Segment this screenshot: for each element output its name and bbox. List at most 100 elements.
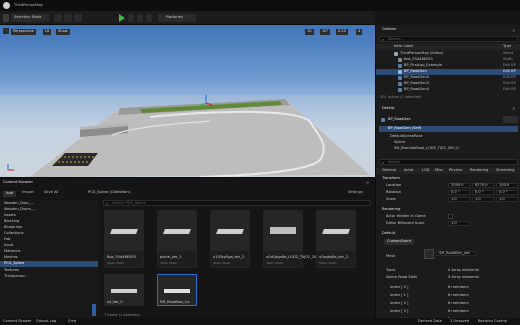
- folder-item-selected[interactable]: PCG_Spline: [0, 261, 98, 267]
- folder-item[interactable]: Meshes: [4, 255, 18, 260]
- details-tab[interactable]: Details: [382, 106, 394, 111]
- content-drawer-button[interactable]: Content Drawer: [3, 319, 32, 324]
- scale-x-field[interactable]: 1.0: [448, 197, 470, 202]
- perspective-button[interactable]: Perspective: [11, 29, 36, 35]
- component-item[interactable]: DefaultSceneRoot: [390, 134, 422, 139]
- selection-mode-button[interactable]: Selection Mode: [11, 14, 49, 22]
- index-label[interactable]: Index [ 3 ]: [390, 309, 408, 314]
- asset-tile[interactable]: u0sqdy8e_ker_2 Static Mesh: [316, 210, 356, 268]
- filter-physics[interactable]: Physics: [449, 168, 462, 173]
- index-label[interactable]: Index [ 0 ]: [390, 285, 408, 290]
- rotation-y-field[interactable]: 0.0 °: [472, 190, 494, 195]
- filter-general[interactable]: General: [382, 168, 396, 173]
- details-search-bar[interactable]: ⌕ Search: [379, 159, 518, 165]
- cmd-input[interactable]: Cmd: [68, 319, 76, 324]
- grid-snap-value[interactable]: 10: [305, 29, 314, 35]
- cinematics-icon[interactable]: [74, 14, 82, 22]
- close-icon[interactable]: ✕: [512, 106, 515, 111]
- folder-item[interactable]: Assets: [4, 213, 16, 218]
- lit-button[interactable]: Lit: [43, 29, 52, 35]
- billboard-scale-field[interactable]: 1.0: [448, 221, 470, 226]
- asset-tile[interactable]: u10Top5ga_ker_2 Static Mesh: [210, 210, 250, 268]
- blueprint-icon[interactable]: [64, 14, 72, 22]
- hidden-in-game-checkbox[interactable]: [448, 214, 453, 219]
- settings-button[interactable]: Settings: [348, 190, 363, 195]
- close-icon[interactable]: ✕: [366, 180, 369, 185]
- scale-y-field[interactable]: 1.0: [472, 197, 494, 202]
- search-input[interactable]: Search: [388, 160, 400, 165]
- actor-name[interactable]: BP_RoadGen: [388, 117, 411, 122]
- location-x-field[interactable]: 2000.0: [448, 183, 470, 188]
- index-label[interactable]: Index [ 1 ]: [390, 293, 408, 298]
- mesh-thumbnail[interactable]: [424, 249, 434, 259]
- filter-actor[interactable]: Actor: [404, 168, 413, 173]
- folder-scrollbar[interactable]: [92, 304, 96, 316]
- revision-control-button[interactable]: Revision Control: [478, 319, 507, 324]
- play-options-icon[interactable]: [146, 14, 152, 22]
- transform-section[interactable]: Transform: [382, 176, 400, 181]
- save-all-button[interactable]: Save All: [44, 190, 58, 195]
- item-label-header[interactable]: Item Label: [394, 44, 413, 49]
- asset-tile[interactable]: plane_ker_2 Static Mesh: [157, 210, 197, 268]
- level-viewport[interactable]: Perspective Lit Show 10 10° 0.25 4: [0, 25, 375, 177]
- folder-item[interactable]: Textures: [4, 268, 19, 273]
- search-input[interactable]: Search...: [388, 37, 404, 42]
- import-button[interactable]: Import: [22, 190, 34, 195]
- type-header[interactable]: Type: [503, 44, 511, 49]
- scale-snap-value[interactable]: 0.25: [336, 29, 349, 35]
- rotation-x-field[interactable]: 0.0 °: [448, 190, 470, 195]
- asset-tile-selected[interactable]: SM_RoadBox_Liv: [157, 274, 197, 306]
- skip-icon[interactable]: [128, 14, 134, 22]
- play-button[interactable]: [119, 14, 125, 22]
- component-item[interactable]: SM_BrembaRoad_LODS_TID2_000_0: [394, 146, 459, 151]
- folder-item[interactable]: Input: [4, 243, 13, 248]
- level-title-tab[interactable]: ThirdPersonMap: [14, 3, 43, 8]
- index-label[interactable]: Index [ 2 ]: [390, 301, 408, 306]
- asset-tile[interactable]: s4_ker_0: [104, 274, 144, 306]
- filter-misc[interactable]: Misc: [435, 168, 443, 173]
- rotation-label[interactable]: Rotation: [386, 190, 401, 195]
- folder-item[interactable]: Collections: [4, 231, 24, 236]
- folder-item[interactable]: Blueprints: [4, 225, 22, 230]
- filter-streaming[interactable]: Streaming: [496, 168, 515, 173]
- location-z-field[interactable]: 100.0: [496, 183, 518, 188]
- angle-snap-value[interactable]: 10°: [320, 29, 331, 35]
- location-y-field[interactable]: 6270.0: [472, 183, 494, 188]
- close-icon[interactable]: ✕: [512, 28, 515, 33]
- platforms-button[interactable]: Platforms: [158, 14, 196, 22]
- show-button[interactable]: Show: [56, 29, 70, 35]
- add-button[interactable]: Add: [3, 191, 16, 197]
- folder-item[interactable]: Blocking: [4, 219, 19, 224]
- camera-speed-value[interactable]: 4: [356, 29, 363, 35]
- mesh-picker[interactable]: SM_RoadBox_jion: [436, 251, 476, 256]
- component-item[interactable]: Spline: [394, 140, 405, 145]
- output-log-button[interactable]: Output Log: [36, 319, 56, 324]
- asset-tile[interactable]: Box_F4A46EEE5 Static Mesh: [104, 210, 144, 268]
- rendering-section[interactable]: Rendering: [382, 207, 400, 212]
- default-section[interactable]: Default: [382, 231, 395, 236]
- asset-tile[interactable]: u0dQzgv8e_LOD2_T0J02_2000 Static Mesh: [263, 210, 321, 268]
- stop-icon[interactable]: [137, 14, 143, 22]
- filter-lod[interactable]: LOD: [422, 168, 429, 173]
- filter-rendering[interactable]: Rendering: [470, 168, 488, 173]
- content-browser-tab[interactable]: Content Browser: [3, 180, 33, 185]
- location-label[interactable]: Location: [386, 183, 401, 188]
- folder-item[interactable]: Fab: [4, 237, 10, 242]
- rotation-z-field[interactable]: 0.0 °: [496, 190, 518, 195]
- derived-data-button[interactable]: Derived Data: [418, 319, 442, 324]
- unsaved-button[interactable]: 1 Unsaved: [450, 319, 469, 324]
- add-component-button[interactable]: [503, 116, 518, 123]
- viewport-menu-icon[interactable]: [3, 28, 9, 34]
- folder-item[interactable]: Thirdperson: [4, 274, 26, 279]
- asset-search-bar[interactable]: ⌕ Search PCG_Spline: [103, 200, 371, 206]
- add-actor-icon[interactable]: [54, 14, 62, 22]
- save-icon[interactable]: [3, 14, 9, 22]
- folder-item[interactable]: Materials: [4, 249, 20, 254]
- folder-item[interactable]: Wooden_Door_...: [4, 201, 34, 206]
- folder-item[interactable]: Wooden_Doors_...: [4, 207, 36, 212]
- outliner-search-bar[interactable]: Search... ⌕: [379, 36, 518, 42]
- custom-event-button[interactable]: CustomEvent: [384, 239, 415, 245]
- component-self-row[interactable]: BP_RoadGen (Self): [379, 126, 518, 132]
- outliner-tab[interactable]: Outliner: [382, 27, 396, 32]
- outliner-row[interactable]: BP_RoadGen4 Edit BP: [376, 87, 520, 93]
